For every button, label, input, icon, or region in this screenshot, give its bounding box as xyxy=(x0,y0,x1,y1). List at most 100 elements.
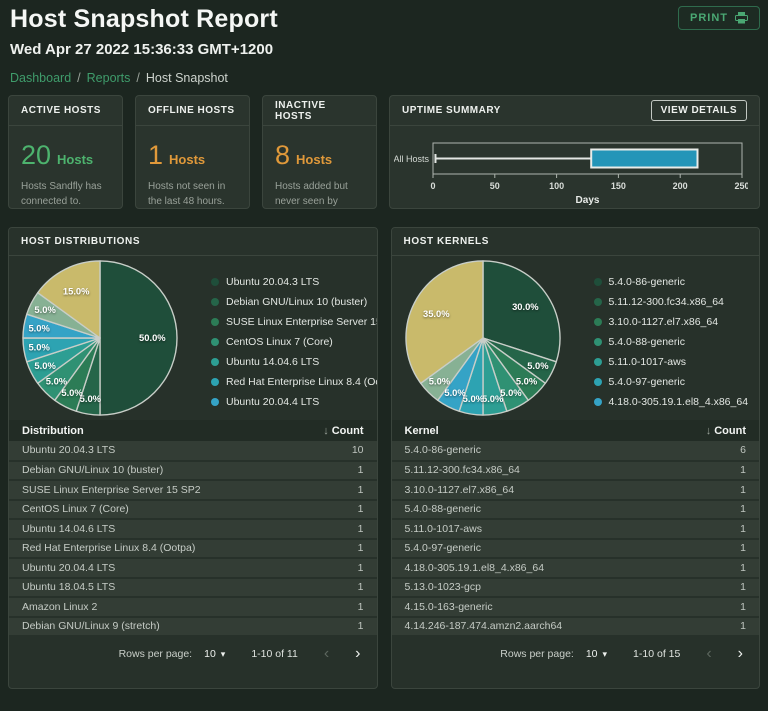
row-name-cell: Ubuntu 14.04.6 LTS xyxy=(9,519,287,540)
previous-page-button[interactable]: ‹ xyxy=(706,646,711,662)
report-date: Wed Apr 27 2022 15:36:33 GMT+1200 xyxy=(10,41,274,58)
legend-color-dot xyxy=(593,398,602,406)
row-count-cell: 1 xyxy=(286,480,377,501)
table-row: Ubuntu 20.04.3 LTS 10 xyxy=(9,441,377,462)
page-range: 1-10 of 11 xyxy=(251,648,298,660)
row-count-cell: 1 xyxy=(286,538,377,559)
next-page-button[interactable]: › xyxy=(355,646,360,662)
row-count-cell: 1 xyxy=(669,460,759,481)
card-title: INACTIVE HOSTS xyxy=(263,96,376,126)
legend-item: 5.4.0-86-generic xyxy=(593,272,749,292)
legend-label: 5.11.12-300.fc34.x86_64 xyxy=(608,296,724,308)
legend-color-dot xyxy=(211,358,219,366)
svg-text:5.0%: 5.0% xyxy=(515,377,537,387)
svg-text:5.0%: 5.0% xyxy=(527,361,549,371)
svg-text:5.0%: 5.0% xyxy=(34,305,56,315)
table-row: Debian GNU/Linux 9 (stretch) 1 xyxy=(9,616,377,637)
svg-text:5.0%: 5.0% xyxy=(34,361,56,371)
legend-color-dot xyxy=(593,298,602,306)
table-row: 5.11.12-300.fc34.x86_64 1 xyxy=(391,460,759,481)
rows-per-page-select[interactable]: 10 ▾ xyxy=(204,648,225,660)
legend-color-dot xyxy=(211,378,219,386)
svg-text:Days: Days xyxy=(576,195,600,206)
table-row: 4.15.0-163-generic 1 xyxy=(391,597,759,618)
svg-text:5.0%: 5.0% xyxy=(444,388,466,398)
legend-label: 3.10.0-1127.el7.x86_64 xyxy=(608,316,719,328)
legend-item: 5.11.12-300.fc34.x86_64 xyxy=(593,292,749,312)
svg-text:50.0%: 50.0% xyxy=(139,333,166,343)
row-count-cell: 1 xyxy=(669,538,759,559)
row-count-cell: 1 xyxy=(286,577,377,598)
offline-hosts-card: OFFLINE HOSTS 1 Hosts Hosts not seen in … xyxy=(135,95,250,209)
legend-item: 4.18.0-305.19.1.el8_4.x86_64 xyxy=(593,392,748,412)
sort-descending-icon: ↓ xyxy=(705,424,712,437)
previous-page-button[interactable]: ‹ xyxy=(324,646,329,662)
row-name-cell: SUSE Linux Enterprise Server 15 SP2 xyxy=(9,480,287,501)
svg-text:5.0%: 5.0% xyxy=(500,388,522,398)
row-count-cell: 10 xyxy=(286,441,377,462)
print-button[interactable]: PRINT xyxy=(678,6,760,30)
svg-text:100: 100 xyxy=(549,181,564,191)
legend-label: Ubuntu 14.04.6 LTS xyxy=(226,356,320,368)
svg-text:5.0%: 5.0% xyxy=(462,394,484,404)
row-name-cell: 4.18.0-305.19.1.el8_4.x86_64 xyxy=(391,558,669,579)
legend-color-dot xyxy=(593,278,602,286)
row-count-cell: 1 xyxy=(669,480,759,501)
card-description: Hosts not seen in the last 48 hours. xyxy=(148,181,226,207)
svg-text:35.0%: 35.0% xyxy=(422,309,449,319)
distributions-table: Distribution ↓ Count Ubuntu 20.04.3 LTS 10… xyxy=(9,420,377,637)
card-description: Hosts Sandfly has connected to. xyxy=(21,181,102,207)
active-hosts-count: 20 xyxy=(21,140,52,170)
legend-color-dot xyxy=(593,338,602,346)
legend-label: 5.4.0-97-generic xyxy=(608,376,685,388)
column-header-count[interactable]: ↓ Count xyxy=(669,420,759,441)
svg-text:5.0%: 5.0% xyxy=(428,377,450,387)
svg-text:0: 0 xyxy=(430,181,435,191)
table-row: 5.4.0-86-generic 6 xyxy=(391,441,759,462)
legend-color-dot xyxy=(593,318,602,326)
legend-label: CentOS Linux 7 (Core) xyxy=(226,336,333,348)
row-name-cell: Debian GNU/Linux 9 (stretch) xyxy=(9,616,287,637)
row-name-cell: 3.10.0-1127.el7.x86_64 xyxy=(391,480,669,501)
svg-text:5.0%: 5.0% xyxy=(481,394,503,404)
row-count-cell: 1 xyxy=(669,499,759,520)
legend-label: 5.4.0-88-generic xyxy=(608,336,685,348)
column-header-distribution[interactable]: Distribution xyxy=(9,420,287,441)
next-page-button[interactable]: › xyxy=(738,646,743,662)
row-name-cell: 5.4.0-97-generic xyxy=(391,538,669,559)
panel-title: HOST DISTRIBUTIONS xyxy=(9,228,377,256)
column-header-count[interactable]: ↓ Count xyxy=(286,420,377,441)
rows-per-page-select[interactable]: 10 ▾ xyxy=(586,648,607,660)
table-row: SUSE Linux Enterprise Server 15 SP2 1 xyxy=(9,480,377,501)
host-kernels-panel: HOST KERNELS 30.0% 5.0% 5.0% 5.0% 5.0% 5.0% 5.… xyxy=(390,227,760,689)
row-name-cell: Amazon Linux 2 xyxy=(9,597,287,618)
host-distributions-panel: HOST DISTRIBUTIONS 50.0% 5.0% 5.0% 5.0% 5.0%… xyxy=(8,227,378,689)
row-name-cell: 4.14.246-187.474.amzn2.aarch64 xyxy=(391,616,669,637)
breadcrumb-separator: / xyxy=(136,71,140,85)
offline-hosts-count: 1 xyxy=(148,140,164,170)
legend-item: 5.4.0-97-generic xyxy=(593,372,749,392)
legend-item: Debian GNU/Linux 10 (buster) xyxy=(211,292,377,312)
column-header-kernel[interactable]: Kernel xyxy=(391,420,669,441)
table-row: 4.18.0-305.19.1.el8_4.x86_64 1 xyxy=(391,558,759,579)
row-count-cell: 1 xyxy=(286,499,377,520)
svg-text:150: 150 xyxy=(611,181,626,191)
legend-color-dot xyxy=(211,318,219,326)
row-count-cell: 6 xyxy=(669,441,759,462)
table-row: Debian GNU/Linux 10 (buster) 1 xyxy=(9,460,377,481)
chevron-down-icon: ▾ xyxy=(220,648,226,659)
legend-item: Ubuntu 14.04.6 LTS xyxy=(211,352,377,372)
table-row: 5.4.0-88-generic 1 xyxy=(391,499,759,520)
svg-text:5.0%: 5.0% xyxy=(28,323,50,333)
row-name-cell: Red Hat Enterprise Linux 8.4 (Ootpa) xyxy=(9,538,287,559)
breadcrumb-link-reports[interactable]: Reports xyxy=(87,71,131,85)
uptime-boxplot: 0 50 100 150 200 250 Days All Hosts xyxy=(393,142,750,206)
legend-label: 5.11.0-1017-aws xyxy=(608,356,686,368)
legend-item: Ubuntu 20.04.4 LTS xyxy=(211,392,377,412)
row-count-cell: 1 xyxy=(286,616,377,637)
breadcrumb-link-dashboard[interactable]: Dashboard xyxy=(10,71,71,85)
table-row: Ubuntu 14.04.6 LTS 1 xyxy=(9,519,377,540)
row-name-cell: 4.15.0-163-generic xyxy=(391,597,669,618)
table-row: 3.10.0-1127.el7.x86_64 1 xyxy=(391,480,759,501)
view-details-button[interactable]: VIEW DETAILS xyxy=(650,100,747,121)
